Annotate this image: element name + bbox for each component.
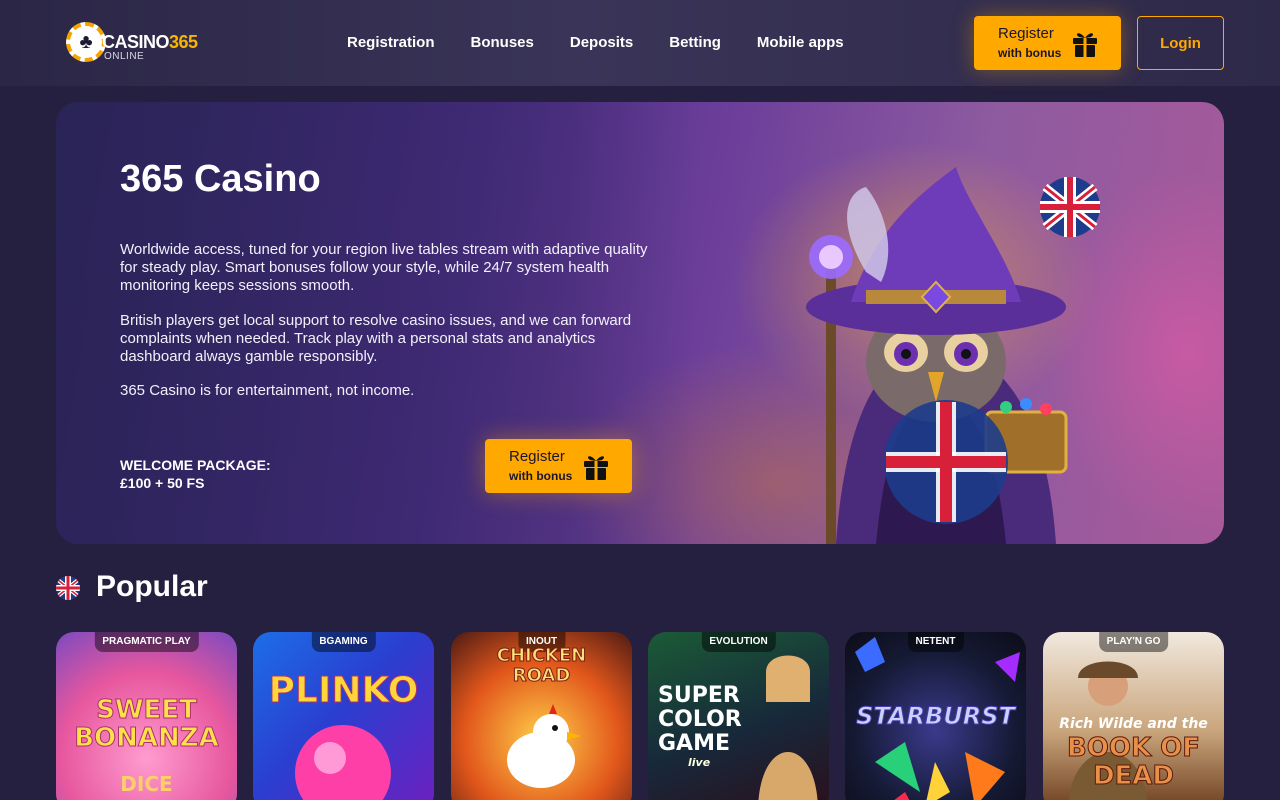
nav-betting[interactable]: Betting bbox=[669, 34, 721, 51]
game-title: CHICKEN ROAD bbox=[496, 645, 587, 686]
site-header: ♣ CASINO365 ONLINE Registration Bonuses … bbox=[0, 0, 1280, 86]
game-title: STARBURST bbox=[856, 702, 1016, 731]
site-logo[interactable]: ♣ CASINO365 ONLINE bbox=[66, 22, 206, 64]
uk-flag-small bbox=[1040, 177, 1100, 237]
login-button[interactable]: Login bbox=[1137, 16, 1224, 70]
gift-icon bbox=[584, 456, 608, 480]
game-card-super-color-game[interactable]: EVOLUTION SUPER COLOR GAME live bbox=[648, 632, 829, 800]
register-sublabel: with bonus bbox=[998, 46, 1062, 60]
plinko-ball-icon bbox=[295, 725, 391, 800]
register-label: Register bbox=[509, 448, 565, 465]
main-nav: Registration Bonuses Deposits Betting Mo… bbox=[347, 34, 880, 51]
game-subtitle: BOOK OF DEAD bbox=[1066, 733, 1201, 791]
hero-paragraph-2: British players get local support to res… bbox=[120, 312, 632, 365]
welcome-value: £100 + 50 FS bbox=[120, 475, 205, 491]
casino-chip-icon: ♣ bbox=[66, 22, 106, 62]
game-card-chicken-road[interactable]: INOUT CHICKEN ROAD bbox=[451, 632, 632, 800]
welcome-package: WELCOME PACKAGE: £100 + 50 FS bbox=[120, 456, 271, 492]
chicken-icon bbox=[507, 704, 581, 788]
hero-title: 365 Casino bbox=[120, 158, 321, 200]
game-title: PLINKO bbox=[268, 670, 419, 712]
logo-text: CASINO365 bbox=[102, 32, 198, 52]
nav-registration[interactable]: Registration bbox=[347, 34, 435, 51]
game-subtitle: DICE bbox=[120, 772, 173, 796]
uk-flag-icon bbox=[56, 576, 80, 600]
provider-badge: BGAMING bbox=[311, 632, 376, 652]
uk-flag-large bbox=[884, 400, 1008, 524]
register-label: Register bbox=[998, 25, 1054, 42]
game-cards: PRAGMATIC PLAY SWEET BONANZA DICE BGAMIN… bbox=[56, 632, 1224, 800]
gift-icon bbox=[1073, 33, 1097, 57]
game-title: Rich Wilde and the bbox=[1059, 716, 1208, 732]
game-card-book-of-dead[interactable]: PLAY'N GO Rich Wilde and the BOOK OF DEA… bbox=[1043, 632, 1224, 800]
game-card-plinko[interactable]: BGAMING PLINKO bbox=[253, 632, 434, 800]
hero-register-button[interactable]: Register with bonus bbox=[485, 439, 632, 493]
register-sublabel: with bonus bbox=[509, 469, 573, 483]
owl-wizard-mascot bbox=[806, 167, 1100, 544]
popular-title: Popular bbox=[96, 570, 208, 603]
hero-paragraph-3: 365 Casino is for entertainment, not inc… bbox=[120, 382, 415, 399]
game-title: SUPER COLOR GAME bbox=[658, 683, 742, 756]
game-title: SWEET BONANZA bbox=[74, 695, 220, 753]
nav-bonuses[interactable]: Bonuses bbox=[471, 34, 534, 51]
game-card-sweet-bonanza[interactable]: PRAGMATIC PLAY SWEET BONANZA DICE bbox=[56, 632, 237, 800]
hero-paragraph-1: Worldwide access, tuned for your region … bbox=[120, 241, 648, 294]
hero-banner: 365 Casino Worldwide access, tuned for y… bbox=[56, 102, 1224, 544]
game-card-starburst[interactable]: NETENT STARBURST bbox=[845, 632, 1026, 800]
provider-badge: PRAGMATIC PLAY bbox=[94, 632, 199, 652]
nav-mobile-apps[interactable]: Mobile apps bbox=[757, 34, 844, 51]
game-subtitle: live bbox=[688, 756, 711, 769]
welcome-label: WELCOME PACKAGE: bbox=[120, 457, 271, 473]
register-bonus-button[interactable]: Register with bonus bbox=[974, 16, 1121, 70]
logo-subtitle: ONLINE bbox=[104, 51, 145, 62]
nav-deposits[interactable]: Deposits bbox=[570, 34, 633, 51]
